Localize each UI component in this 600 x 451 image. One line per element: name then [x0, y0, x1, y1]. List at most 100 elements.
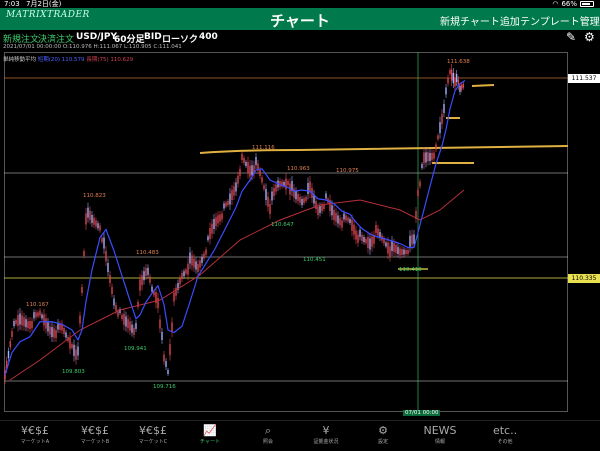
candle-body — [303, 198, 305, 203]
candle-body — [335, 212, 337, 222]
tab-7[interactable]: NEWS 情報 — [410, 424, 470, 445]
bottom-tab-bar: ¥€$£ マーケットA ¥€$£ マーケットB ¥€$£ マーケットC 📈 チャート ⌕ 照会 ¥ 証… — [0, 420, 600, 451]
candle-body — [245, 162, 247, 166]
candle-body — [293, 188, 295, 198]
tab-label: チャート — [200, 439, 220, 445]
candle-body — [367, 237, 369, 248]
candle-body — [71, 344, 73, 348]
candle-body — [151, 286, 153, 292]
candle-body — [97, 223, 99, 229]
candle-body — [205, 249, 207, 255]
candle-body — [219, 214, 221, 222]
candle-body — [411, 234, 413, 245]
price-chart[interactable]: 110.823 110.167 109.803 110.483 109.941 109.7… — [0, 0, 600, 420]
candle-body — [337, 215, 339, 224]
candle-body — [137, 302, 139, 307]
price-annotation: 110.167 — [26, 302, 49, 308]
candle-body — [341, 220, 343, 228]
candle-body — [223, 203, 225, 209]
candle-body — [233, 186, 235, 196]
candle-body — [307, 183, 309, 194]
candle-body — [175, 287, 177, 296]
candle-body — [429, 153, 431, 161]
tab-label: マーケットC — [138, 439, 168, 445]
candle-body — [49, 326, 51, 335]
candle-body — [441, 114, 443, 124]
tab-icon: ¥ — [322, 424, 330, 437]
candle-body — [369, 238, 371, 250]
candle-body — [345, 215, 347, 221]
candle-body — [43, 314, 45, 326]
candle-body — [17, 315, 19, 326]
candle-body — [37, 312, 39, 317]
candle-body — [351, 219, 353, 231]
candle-body — [215, 217, 217, 227]
candle-body — [399, 248, 401, 256]
tab-4[interactable]: ⌕ 照会 — [238, 424, 298, 445]
sma-short-line — [4, 79, 466, 376]
candle-body — [55, 330, 57, 338]
candle-body — [452, 73, 455, 83]
candle-body — [11, 331, 13, 337]
candle-body — [139, 279, 141, 291]
tab-label: 情報 — [434, 439, 445, 445]
candle-body — [193, 258, 195, 268]
candle-body — [431, 152, 433, 160]
candle-body — [115, 305, 117, 311]
candle-body — [305, 197, 307, 201]
tab-label: その他 — [497, 439, 513, 445]
tab-5[interactable]: ¥ 証拠金状況 — [296, 424, 356, 445]
candle-body — [147, 267, 149, 275]
candle-body — [361, 235, 363, 241]
tab-2[interactable]: ¥€$£ マーケットC — [123, 424, 183, 445]
candle-body — [149, 276, 151, 283]
tab-label: 設定 — [377, 439, 388, 445]
candle-body — [197, 264, 199, 272]
tab-6[interactable]: ⚙ 設定 — [353, 424, 413, 445]
tab-8[interactable]: etc.. その他 — [475, 424, 535, 445]
candle-body — [33, 312, 35, 319]
candle-body — [13, 321, 15, 326]
candle-body — [191, 255, 193, 266]
candle-body — [301, 199, 303, 205]
candle-body — [63, 328, 65, 334]
price-annotation: 110.647 — [271, 222, 294, 228]
tab-icon: ¥€$£ — [21, 424, 49, 437]
candle-body — [201, 257, 203, 263]
candle-body — [163, 354, 165, 362]
candle-body — [391, 241, 393, 251]
candle-body — [425, 152, 427, 163]
candle-body — [213, 219, 215, 229]
candle-body — [407, 250, 409, 254]
tab-3[interactable]: 📈 チャート — [180, 424, 240, 445]
candle-body — [69, 337, 71, 349]
candle-body — [99, 225, 101, 231]
price-annotation: 109.716 — [153, 384, 176, 390]
candle-body — [263, 185, 265, 190]
candle-body — [23, 317, 25, 327]
trendline-2 — [471, 84, 495, 87]
candle-body — [25, 319, 27, 328]
candle-body — [331, 205, 333, 216]
candle-body — [427, 152, 429, 162]
candle-body — [417, 190, 419, 196]
candle-body — [173, 292, 175, 302]
candle-body — [87, 207, 89, 218]
candle-body — [413, 234, 415, 244]
candle-body — [181, 273, 183, 279]
tab-1[interactable]: ¥€$£ マーケットB — [65, 424, 125, 445]
candle-body — [161, 332, 163, 340]
search-icon: ⌕ — [264, 424, 272, 437]
candle-body — [385, 242, 387, 247]
candle-body — [285, 178, 287, 190]
candle-body — [243, 158, 245, 163]
candle-body — [131, 324, 133, 333]
candle-body — [165, 361, 167, 367]
candle-body — [317, 207, 319, 215]
candle-body — [93, 217, 95, 225]
candle-body — [347, 217, 349, 222]
candle-body — [273, 188, 275, 196]
price-annotation: 110.963 — [287, 166, 310, 172]
candle-body — [409, 235, 411, 247]
tab-0[interactable]: ¥€$£ マーケットA — [5, 424, 65, 445]
